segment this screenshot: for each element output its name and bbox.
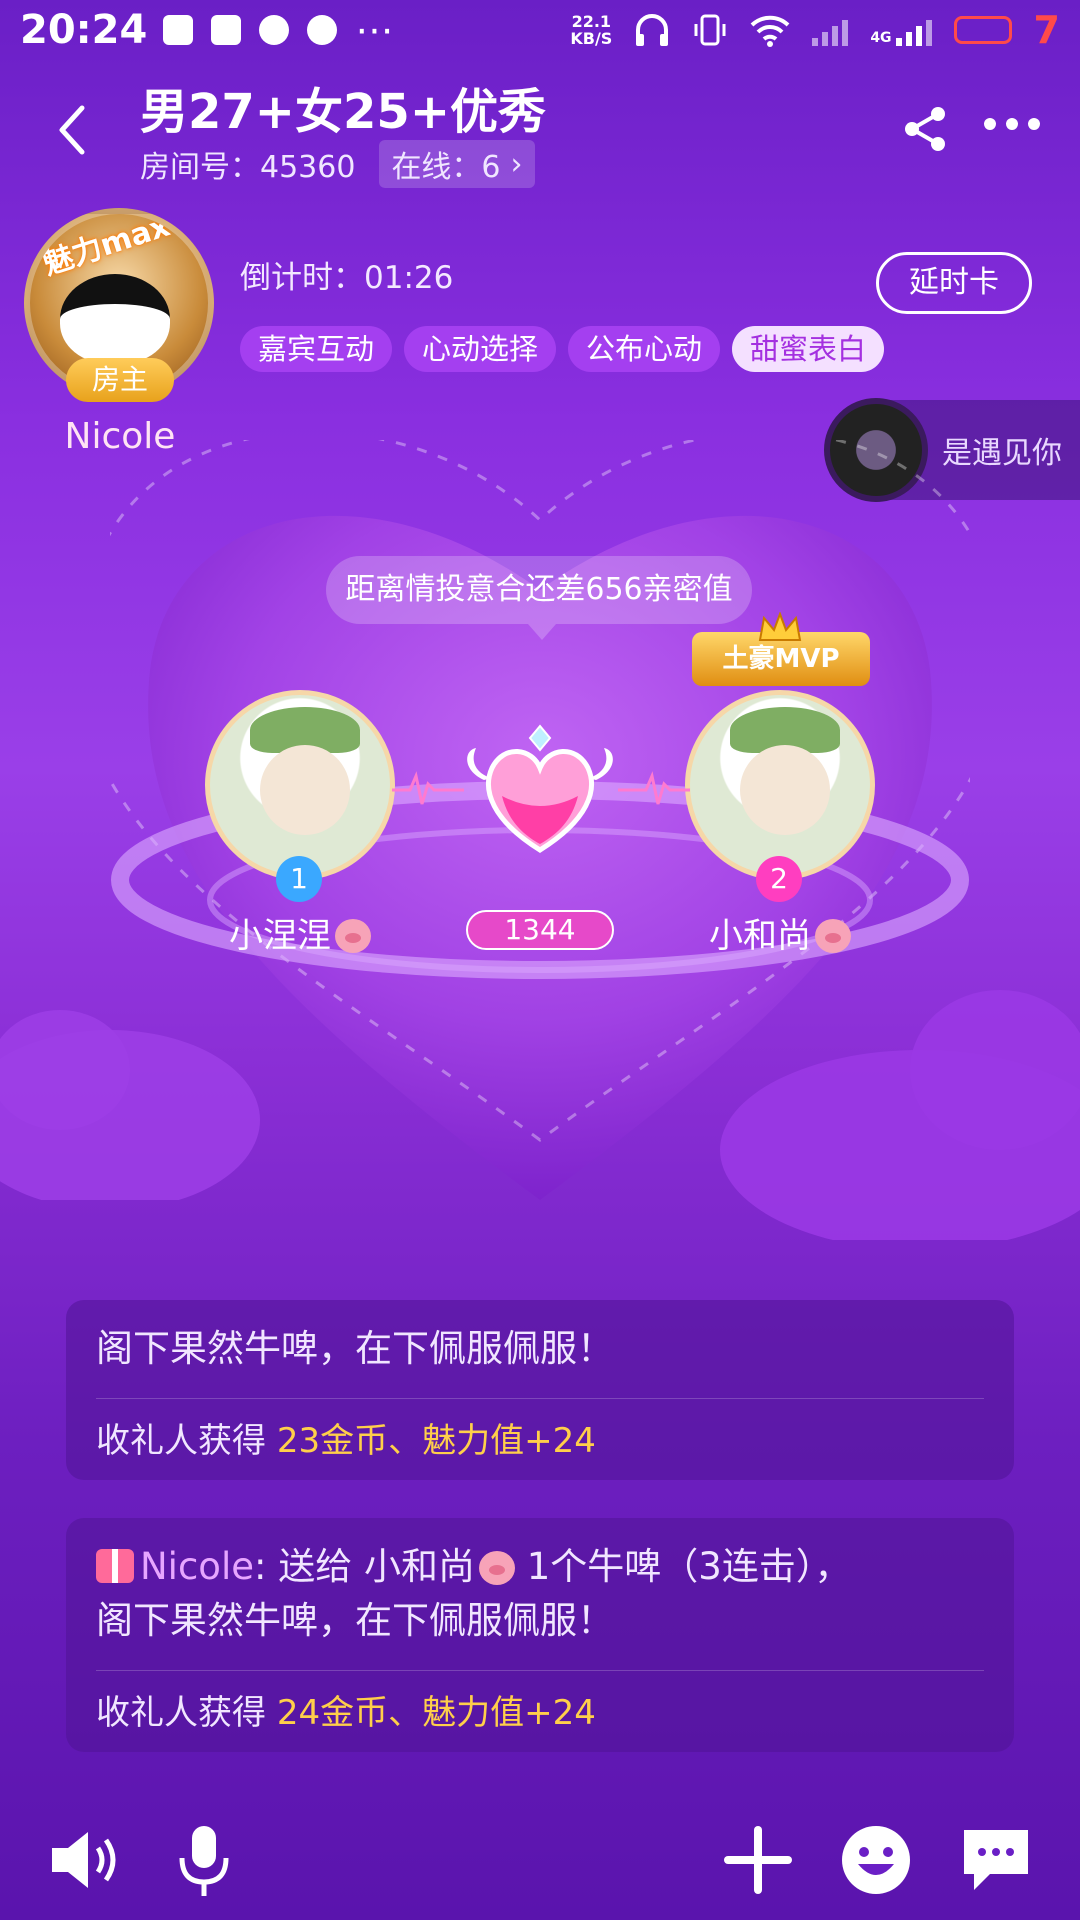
back-button[interactable] — [52, 100, 92, 160]
reward-value: 23金币、魅力值+24 — [276, 1421, 596, 1461]
headphones-icon — [636, 14, 669, 46]
host-avatar-image — [60, 274, 170, 364]
stage-guest-interaction[interactable]: 嘉宾互动 — [240, 326, 393, 372]
clock: 20:24 — [20, 7, 148, 53]
countdown-timer: 倒计时：01:26 — [240, 260, 454, 296]
status-bar: 20:24 ⋯ 22.1 KB/S 4G 7 — [0, 0, 1080, 60]
signal-bars-icon — [895, 14, 932, 46]
reward-prefix: 收礼人获得 — [96, 1693, 277, 1733]
net-speed: 22.1 KB/S — [570, 13, 612, 47]
guest-avatar[interactable] — [205, 690, 395, 880]
notification-icons: ⋯ — [163, 8, 393, 52]
guest-avatar[interactable] — [685, 690, 875, 880]
alert-icon — [163, 15, 194, 45]
more-options-button[interactable] — [984, 118, 1040, 130]
battery-level: 7 — [1033, 8, 1060, 52]
stage-heart-choice[interactable]: 心动选择 — [404, 326, 557, 372]
seat-number-badge: 1 — [276, 856, 322, 902]
room-number: 房间号：45360 — [140, 150, 356, 185]
chat-bubble-icon — [307, 15, 338, 45]
host-role-badge: 房主 — [66, 358, 174, 402]
intimacy-score: 1344 — [466, 910, 614, 950]
crown-icon — [758, 612, 802, 641]
add-button[interactable] — [718, 1820, 798, 1900]
delay-card-button[interactable]: 延时卡 — [876, 252, 1032, 314]
seat-number-badge: 2 — [756, 856, 802, 902]
gift-message-text: Nicole: 送给 小和尚 1个牛啤（3连击）， 阁下果然牛啤，在下佩服佩服！ — [96, 1518, 984, 1648]
reward-value: 24金币、魅力值+24 — [276, 1693, 596, 1733]
guest-name: 小涅涅 — [200, 908, 400, 957]
gift-reward: 收礼人获得 24金币、魅力值+24 — [96, 1671, 984, 1752]
microphone-button[interactable] — [164, 1820, 244, 1900]
speaker-button[interactable] — [44, 1820, 124, 1900]
gift-message-body: 1个牛啤（3连击）， — [514, 1545, 852, 1588]
mobile-signal: 4G — [870, 14, 932, 46]
intimacy-tip: 距离情投意合还差656亲密值 — [326, 556, 752, 624]
host-seat[interactable]: 魅力max 房主 Nicole — [24, 208, 216, 457]
gift-reward: 收礼人获得 23金币、魅力值+24 — [96, 1399, 984, 1480]
wifi-icon — [750, 15, 790, 47]
heartbeat-line-right — [618, 771, 690, 805]
stage-announce-heart[interactable]: 公布心动 — [568, 326, 721, 372]
sender-name[interactable]: Nicole — [140, 1545, 254, 1588]
guest-name-text: 小和尚 — [709, 916, 811, 956]
gift-message: Nicole: 送给 小和尚 1个牛啤（3连击）， 阁下果然牛啤，在下佩服佩服！… — [66, 1518, 1014, 1752]
emoji-button[interactable] — [836, 1820, 916, 1900]
net-type: 4G — [870, 30, 892, 46]
room-meta: 房间号：45360 在线：6 › — [140, 140, 535, 188]
battery-icon — [953, 16, 1012, 44]
vibrate-icon — [694, 14, 726, 46]
winged-heart-icon — [467, 724, 613, 853]
stage-tabs: 嘉宾互动 心动选择 公布心动 甜蜜表白 — [240, 326, 885, 372]
charm-badge: 魅力max — [38, 208, 175, 283]
chat-button[interactable] — [956, 1820, 1036, 1900]
stage-sweet-confession[interactable]: 甜蜜表白 — [732, 326, 885, 372]
chevron-right-icon: › — [510, 146, 523, 182]
cloud-left — [0, 1010, 260, 1200]
room-title: 男27+女25+优秀 — [140, 84, 547, 140]
pig-emoji-icon — [815, 919, 851, 953]
guest-name: 小和尚 — [680, 908, 880, 957]
gift-message-text: 阁下果然牛啤，在下佩服佩服！ — [96, 1327, 614, 1370]
gift-message-line2: 阁下果然牛啤，在下佩服佩服！ — [96, 1599, 614, 1642]
gift-icon — [96, 1549, 134, 1583]
guest-name-text: 小涅涅 — [229, 916, 331, 956]
chat-message-list[interactable]: 阁下果然牛啤，在下佩服佩服！ 收礼人获得 23金币、魅力值+24 Nicole:… — [66, 1300, 1014, 1790]
signal-bars-icon — [812, 14, 849, 46]
bottom-toolbar — [0, 1800, 1080, 1920]
share-button[interactable] — [900, 104, 950, 154]
net-speed-unit: KB/S — [570, 29, 613, 48]
room-header: 男27+女25+优秀 房间号：45360 在线：6 › — [0, 68, 1080, 188]
pig-emoji-icon — [478, 1551, 515, 1585]
gift-message: 阁下果然牛啤，在下佩服佩服！ 收礼人获得 23金币、魅力值+24 — [66, 1300, 1014, 1480]
guest-seat-1[interactable]: 1 小涅涅 — [200, 690, 400, 957]
tip-arrow — [528, 624, 556, 640]
reward-prefix: 收礼人获得 — [96, 1421, 277, 1461]
net-speed-value: 22.1 — [571, 12, 612, 31]
gift-message-body: : 送给 小和尚 — [253, 1545, 475, 1588]
online-count-button[interactable]: 在线：6 › — [379, 140, 535, 188]
mail-icon — [211, 15, 242, 45]
cloud-right — [720, 990, 1080, 1240]
pig-emoji-icon — [335, 919, 371, 953]
more-notifications-icon: ⋯ — [355, 8, 394, 52]
chat-bubble-icon — [259, 15, 290, 45]
heartbeat-line-left — [392, 771, 464, 805]
guest-seat-2[interactable]: 2 小和尚 — [680, 690, 880, 957]
online-count: 在线：6 — [391, 150, 501, 185]
